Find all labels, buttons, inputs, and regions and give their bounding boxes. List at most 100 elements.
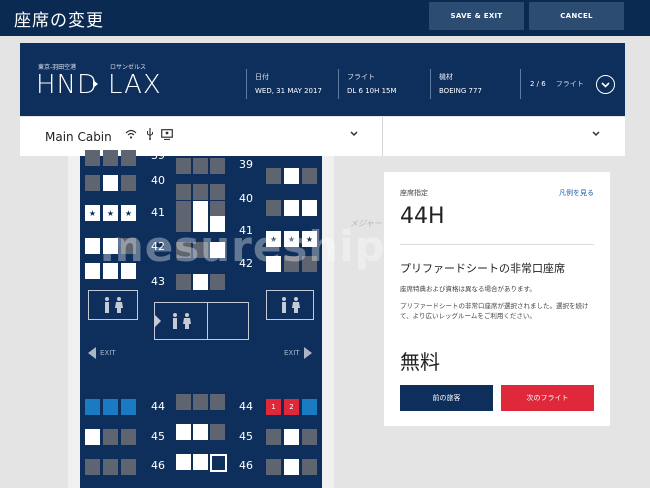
seat[interactable] [302, 399, 317, 415]
aircraft-value: BOEING 777 [439, 87, 482, 95]
seat[interactable] [266, 200, 281, 216]
page-count: 2 / 6 [530, 80, 546, 88]
seat-note: 座席特典および資格は異なる場合があります。 [400, 285, 536, 293]
preferred-seat[interactable]: ★ [103, 205, 118, 221]
seat[interactable] [121, 459, 136, 475]
row-label: 40 [239, 192, 253, 205]
chevron-down-icon[interactable] [592, 131, 600, 137]
flight-page-indicator: 2 / 6 フライト [530, 79, 584, 89]
seat-highlight[interactable] [210, 454, 227, 472]
seat[interactable] [176, 394, 191, 410]
save-exit-button[interactable]: SAVE & EXIT [429, 2, 524, 30]
divider [430, 69, 431, 99]
flight-value: DL 6 10H 15M [347, 87, 397, 95]
restroom-icon [105, 297, 123, 313]
top-bar: 座席の変更 SAVE & EXIT CANCEL [0, 0, 650, 36]
seat[interactable] [302, 429, 317, 445]
seat[interactable] [103, 150, 118, 166]
seat[interactable] [210, 158, 225, 174]
seat[interactable] [85, 175, 100, 191]
seat[interactable] [176, 424, 191, 440]
seat[interactable] [85, 459, 100, 475]
exit-left: EXIT [88, 347, 116, 359]
seat[interactable] [193, 184, 208, 200]
lavatory-galley [154, 302, 249, 340]
seat[interactable] [85, 150, 100, 166]
restroom-icon [169, 312, 193, 334]
seat-assignment-label: 座席指定 [400, 189, 428, 197]
galley-notch [155, 315, 161, 327]
row-label: 40 [151, 174, 165, 187]
seat[interactable] [210, 201, 225, 217]
row-label: 44 [151, 400, 165, 413]
seat-map[interactable]: 39 40 41 42 43 39 40 41 42 ★ ★ ★ ★ ★ ★ 4… [80, 149, 322, 488]
seat-price: 無料 [400, 350, 440, 374]
row-label: 39 [239, 158, 253, 171]
seat[interactable] [266, 168, 281, 184]
seatback-screen-icon [161, 128, 173, 140]
seat[interactable] [193, 424, 208, 440]
previous-passenger-button[interactable]: 前の旅客 [400, 385, 493, 411]
wifi-icon [125, 128, 137, 140]
selected-passenger-1-seat[interactable]: 1 [266, 399, 281, 415]
seat-type: プリファードシートの非常口座席 [400, 262, 565, 275]
preferred-seat[interactable]: ★ [121, 205, 136, 221]
seat[interactable] [103, 429, 118, 445]
seat[interactable] [121, 399, 136, 415]
seat[interactable] [176, 201, 191, 217]
legend-link[interactable]: 凡例を見る [559, 188, 594, 198]
seat[interactable] [193, 454, 208, 470]
seat[interactable] [266, 459, 281, 475]
seat[interactable] [121, 150, 136, 166]
seat[interactable] [284, 168, 299, 184]
exit-arrow-left-icon [88, 347, 96, 359]
seat[interactable] [284, 429, 299, 445]
date-value: WED, 31 MAY 2017 [255, 87, 322, 95]
seat[interactable] [85, 399, 100, 415]
seat[interactable] [193, 274, 208, 290]
next-flight-button[interactable]: 次のフライト [501, 385, 594, 411]
seat[interactable] [266, 429, 281, 445]
row-label: 39 [151, 149, 165, 162]
seat[interactable] [302, 459, 317, 475]
row-label: 44 [239, 400, 253, 413]
seat[interactable] [193, 201, 208, 217]
origin-code: HND [36, 70, 99, 100]
seat[interactable] [121, 175, 136, 191]
expand-flights-button[interactable] [596, 75, 615, 94]
cabin-name: Main Cabin [45, 130, 112, 144]
seat[interactable] [176, 274, 191, 290]
restroom-icon [282, 297, 300, 313]
seat[interactable] [302, 168, 317, 184]
seat[interactable] [210, 424, 225, 440]
seat[interactable] [103, 459, 118, 475]
route-arrow-icon [93, 80, 98, 88]
seat[interactable] [121, 429, 136, 445]
seat[interactable] [85, 429, 100, 445]
preferred-seat[interactable]: ★ [85, 205, 100, 221]
seat[interactable] [193, 158, 208, 174]
seat[interactable] [302, 200, 317, 216]
seat[interactable] [176, 454, 191, 470]
aircraft-label: 機材 [439, 73, 453, 81]
seat[interactable] [210, 184, 225, 200]
seat[interactable] [85, 238, 100, 254]
chevron-down-icon[interactable] [350, 131, 358, 137]
seat[interactable] [103, 399, 118, 415]
seat[interactable] [284, 459, 299, 475]
seat[interactable] [210, 274, 225, 290]
seat-detail-panel: 座席指定 凡例を見る 44H プリファードシートの非常口座席 座席特典および資格… [384, 172, 610, 426]
row-label: 46 [151, 459, 165, 472]
selected-passenger-2-seat[interactable]: 2 [284, 399, 299, 415]
lavatory [266, 290, 314, 320]
seat[interactable] [176, 158, 191, 174]
seat[interactable] [85, 263, 100, 279]
cancel-button[interactable]: CANCEL [529, 2, 624, 30]
date-label: 日付 [255, 73, 269, 81]
seat[interactable] [176, 184, 191, 200]
exit-label: EXIT [100, 349, 116, 357]
seat[interactable] [103, 175, 118, 191]
seat[interactable] [284, 200, 299, 216]
seat[interactable] [210, 394, 225, 410]
seat[interactable] [193, 394, 208, 410]
